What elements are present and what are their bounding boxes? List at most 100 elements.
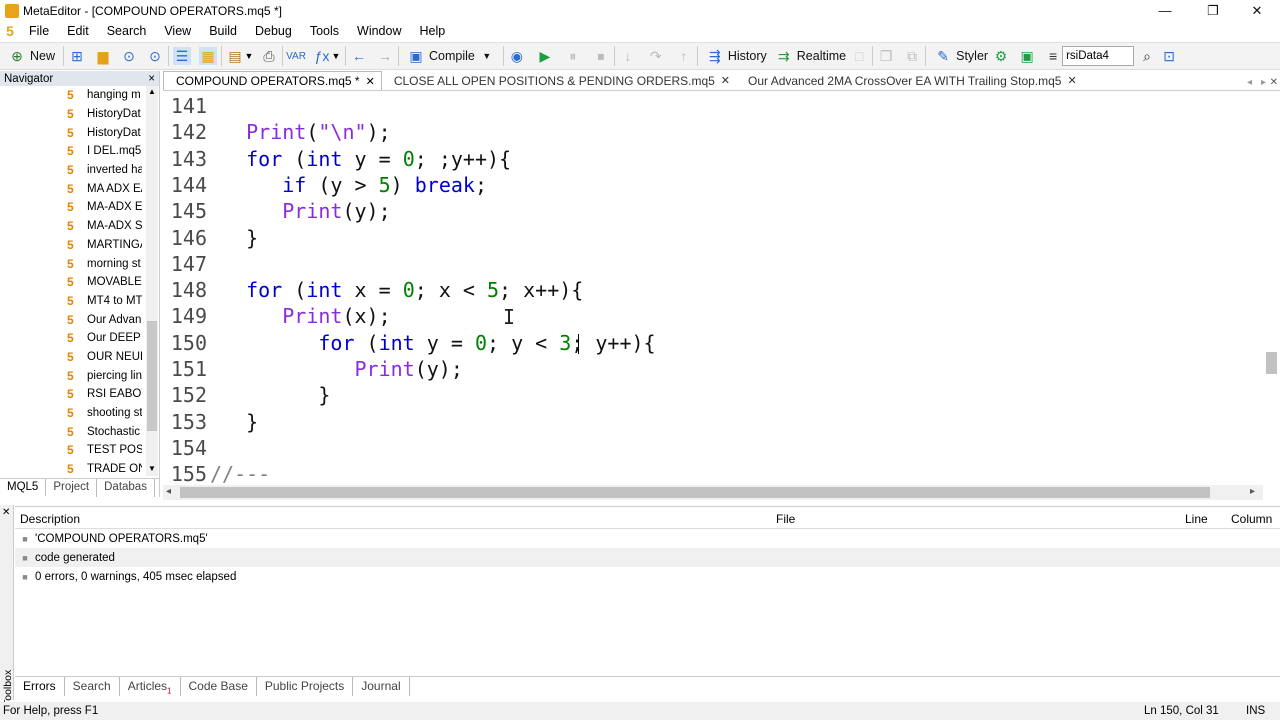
navigator-close-icon[interactable]: × xyxy=(148,73,155,85)
insert-variable-icon[interactable]: VAR xyxy=(286,47,306,65)
tab-scroll-left-icon[interactable]: ◂ xyxy=(1247,77,1252,88)
debug-start-icon[interactable]: ◉ xyxy=(508,47,526,65)
close-tab-icon[interactable]: ✕ xyxy=(1067,74,1076,87)
column-description[interactable]: Description xyxy=(20,512,80,526)
community-icon[interactable]: ⊡ xyxy=(1160,47,1178,65)
code-line[interactable]: 152 } xyxy=(163,382,1263,408)
print-icon[interactable]: ⎙ xyxy=(260,47,278,65)
search-icon[interactable]: ⌕ xyxy=(1138,47,1156,65)
dropdown-arrow-icon[interactable]: ▼ xyxy=(244,47,254,65)
code-line[interactable]: 145 Print(y); xyxy=(163,198,1263,224)
menu-build[interactable]: Build xyxy=(200,24,246,38)
toolbox-toggle-icon[interactable]: ▦ xyxy=(199,47,218,65)
tab-code-base[interactable]: Code Base xyxy=(181,677,257,696)
close-tab-icon[interactable]: ✕ xyxy=(366,75,375,88)
download-icon[interactable]: ⊙ xyxy=(120,47,138,65)
restore-button[interactable]: ❐ xyxy=(1190,0,1236,21)
error-row[interactable]: ■ 0 errors, 0 warnings, 405 msec elapsed xyxy=(15,567,1280,586)
styler-button[interactable]: ✎ Styler xyxy=(930,45,992,67)
code-editor[interactable]: 141 142 Print("\n"); 143 for (int y = 0; ;… xyxy=(163,93,1263,485)
menu-help[interactable]: Help xyxy=(410,24,454,38)
tab-search[interactable]: Search xyxy=(65,677,120,696)
step-over-icon[interactable]: ↷ xyxy=(647,47,665,65)
menu-search[interactable]: Search xyxy=(98,24,156,38)
navigator-scroll-thumb[interactable] xyxy=(147,321,157,431)
tab-advanced-2ma[interactable]: Our Advanced 2MA CrossOver EA WITH Trail… xyxy=(736,71,1083,90)
insert-function-icon[interactable]: ƒx xyxy=(313,47,331,65)
tab-errors[interactable]: Errors xyxy=(15,677,65,696)
code-line[interactable]: 153 } xyxy=(163,409,1263,435)
navigator-item[interactable]: 5 Our DEEP N xyxy=(0,329,146,348)
back-arrow-icon[interactable]: ← xyxy=(350,47,368,65)
tab-articles[interactable]: Articles1 xyxy=(120,677,181,696)
navigator-item[interactable]: 5 shooting st xyxy=(0,404,146,423)
hscroll-left-icon[interactable]: ◂ xyxy=(166,486,171,497)
navigator-item[interactable]: 5 MA-ADX EA xyxy=(0,198,146,217)
stop-icon[interactable]: ⏹ xyxy=(592,47,610,65)
pause-icon[interactable]: ⏸ xyxy=(564,47,582,65)
navigator-item[interactable]: 5 HistoryDat xyxy=(0,123,146,142)
menu-tools[interactable]: Tools xyxy=(301,24,348,38)
close-tab-icon[interactable]: ✕ xyxy=(721,74,730,87)
tab-journal[interactable]: Journal xyxy=(353,677,410,696)
navigator-item[interactable]: 5 TEST POSIT xyxy=(0,441,146,460)
history-button[interactable]: ⇶ History xyxy=(702,45,771,67)
stop-profiling-icon[interactable]: □ xyxy=(850,47,868,65)
navigator-item[interactable]: 5 piercing lin xyxy=(0,366,146,385)
navigator-item[interactable]: 5 TRADE ON xyxy=(0,460,146,476)
forward-arrow-icon[interactable]: → xyxy=(376,47,394,65)
code-line[interactable]: 149 Print(x); xyxy=(163,303,1263,329)
navigator-item[interactable]: 5 I DEL.mq5 xyxy=(0,142,146,161)
tab-project[interactable]: Project xyxy=(46,479,98,497)
compile-button[interactable]: ▣ Compile ▼ xyxy=(403,45,499,67)
tab-public-projects[interactable]: Public Projects xyxy=(257,677,354,696)
tab-scroll-right-icon[interactable]: ▸ xyxy=(1261,77,1266,88)
navigator-item[interactable]: 5 MT4 to MT xyxy=(0,292,146,311)
step-into-icon[interactable]: ↓ xyxy=(619,47,637,65)
code-line[interactable]: 142 Print("\n"); xyxy=(163,119,1263,145)
step-out-icon[interactable]: ↑ xyxy=(675,47,693,65)
tab-close-all-positions[interactable]: CLOSE ALL OPEN POSITIONS & PENDING ORDER… xyxy=(382,71,736,90)
hscroll-right-icon[interactable]: ▸ xyxy=(1250,486,1255,497)
tab-close-all-icon[interactable]: ✕ xyxy=(1270,77,1278,88)
scroll-down-icon[interactable]: ▼ xyxy=(147,464,157,473)
settings-sliders-icon[interactable]: ≡ xyxy=(1044,47,1062,65)
tab-mql5[interactable]: MQL5 xyxy=(0,479,47,497)
realtime-button[interactable]: ⇉ Realtime xyxy=(771,45,850,67)
menu-window[interactable]: Window xyxy=(348,24,410,38)
editor-horizontal-scroll-thumb[interactable] xyxy=(180,487,1210,498)
navigator-item[interactable]: 5 OUR NEUR xyxy=(0,348,146,367)
code-line[interactable]: 144 if (y > 5) break; xyxy=(163,172,1263,198)
mql5-icon[interactable]: ▣ xyxy=(1018,47,1036,65)
run-icon[interactable]: ▶ xyxy=(536,47,554,65)
copy-icon[interactable]: ❐ xyxy=(877,47,895,65)
menu-debug[interactable]: Debug xyxy=(246,24,301,38)
dropdown-arrow-icon[interactable]: ▼ xyxy=(331,47,341,65)
open-folder-icon[interactable]: ▆ xyxy=(94,47,112,65)
close-button[interactable]: ✕ xyxy=(1234,0,1280,21)
column-line[interactable]: Line xyxy=(1185,512,1208,526)
column-file[interactable]: File xyxy=(776,512,795,526)
error-row[interactable]: ■ 'COMPOUND OPERATORS.mq5' xyxy=(15,529,1280,548)
new-button[interactable]: ⊕ New xyxy=(4,45,59,67)
code-line[interactable]: 143 for (int y = 0; ;y++){ xyxy=(163,146,1263,172)
navigator-item[interactable]: 5 Stochastic xyxy=(0,422,146,441)
navigator-item[interactable]: 5 inverted ha xyxy=(0,161,146,180)
paste-icon[interactable]: ▤ xyxy=(226,47,244,65)
navigator-item[interactable]: 5 morning st xyxy=(0,254,146,273)
tab-compound-operators[interactable]: COMPOUND OPERATORS.mq5 * ✕ xyxy=(163,71,382,90)
code-line[interactable]: 148 for (int x = 0; x < 5; x++){ xyxy=(163,277,1263,303)
toolbox-close-icon[interactable]: ✕ xyxy=(2,507,10,518)
search-input[interactable] xyxy=(1062,46,1135,66)
column-column[interactable]: Column xyxy=(1231,512,1272,526)
scroll-up-icon[interactable]: ▲ xyxy=(147,87,157,96)
code-line[interactable]: 150 for (int y = 0; y < 3; y++){ xyxy=(163,330,1263,356)
code-line[interactable]: 154 xyxy=(163,435,1263,461)
menu-file[interactable]: File xyxy=(20,24,58,38)
error-row[interactable]: ■ code generated xyxy=(15,548,1280,567)
compare-icon[interactable]: ⧉ xyxy=(903,47,921,65)
navigator-item[interactable]: 5 MA ADX EA xyxy=(0,179,146,198)
navigator-item[interactable]: 5 MARTINGA xyxy=(0,236,146,255)
code-line[interactable]: 155//--- xyxy=(163,461,1263,485)
save-icon[interactable]: ⊙ xyxy=(146,47,164,65)
